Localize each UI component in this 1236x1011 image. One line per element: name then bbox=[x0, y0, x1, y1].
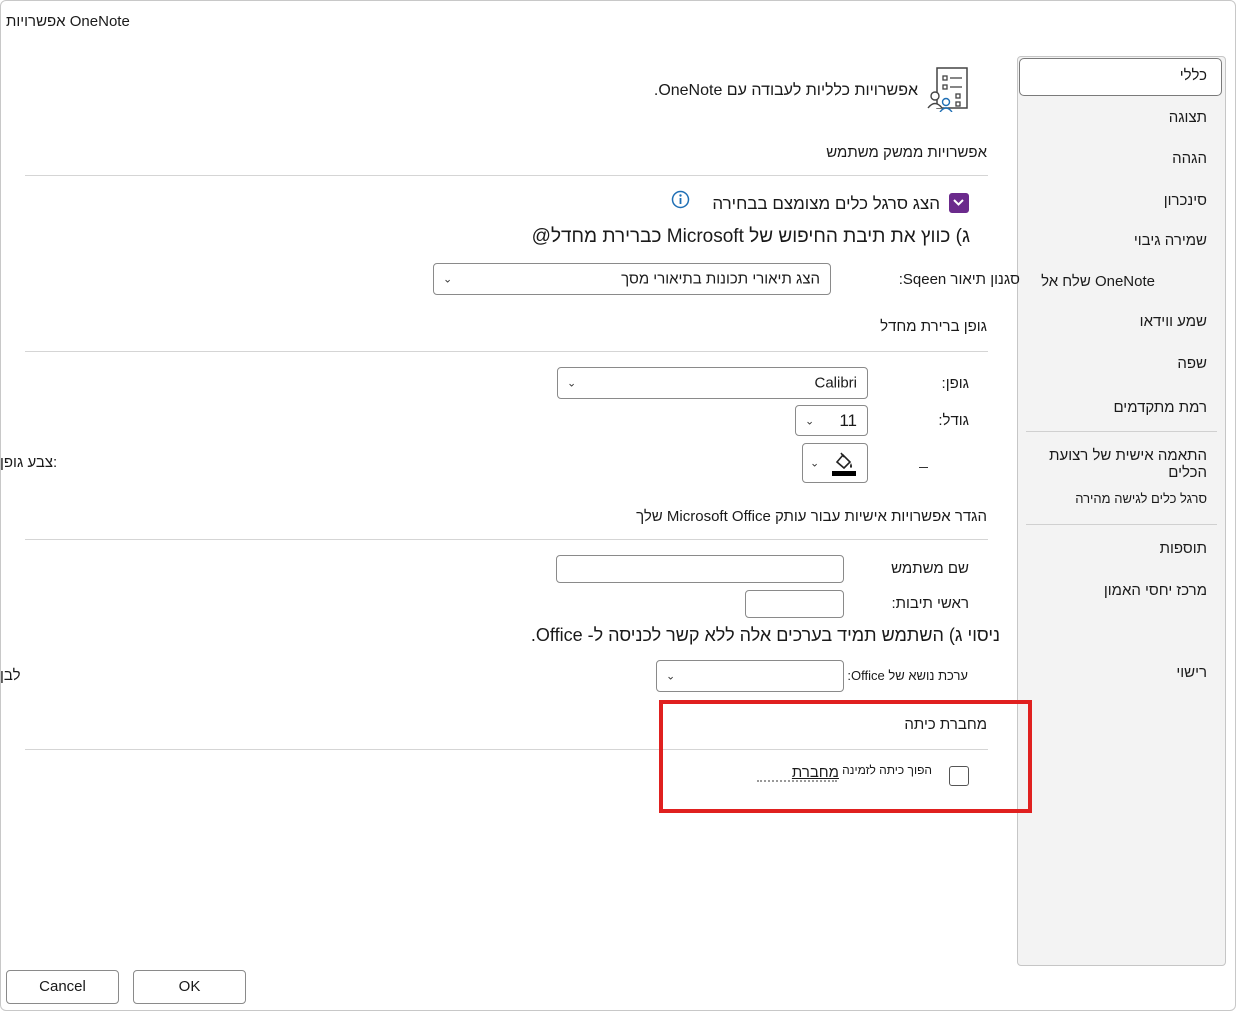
sidebar-item-general[interactable]: כללי bbox=[1020, 67, 1225, 84]
collapse-search-option[interactable]: ג) כווץ את תיבת החיפוש של Microsoft כברי… bbox=[532, 226, 970, 248]
section-title-ui-options: אפשרויות ממשק משתמש bbox=[826, 144, 987, 161]
info-icon[interactable] bbox=[671, 190, 690, 209]
chevron-down-icon: ⌄ bbox=[666, 670, 676, 683]
sidebar-item-proofing[interactable]: הגהה bbox=[1020, 150, 1225, 167]
sidebar-item-customize-ribbon[interactable]: התאמה אישית של רצועת הכלים bbox=[1020, 447, 1225, 481]
section-divider bbox=[25, 351, 988, 352]
window-title: אפשרויות OneNote bbox=[6, 13, 130, 30]
sidebar-item-sync[interactable]: סינכרון bbox=[1020, 192, 1225, 209]
paint-bucket-icon bbox=[832, 452, 856, 476]
office-theme-left-label: לבן bbox=[0, 667, 21, 684]
chevron-down-icon: ⌄ bbox=[567, 377, 577, 390]
screentip-style-label: סגנון תיאור Sqeen: bbox=[898, 271, 1020, 288]
ok-button[interactable]: OK bbox=[133, 970, 246, 1004]
font-label: גופן: bbox=[941, 375, 969, 392]
section-title-default-font: גופן ברירת מחדל bbox=[880, 318, 987, 335]
font-size-value: 11 bbox=[839, 410, 857, 430]
sidebar-item-audio-video[interactable]: שמע ווידאו bbox=[1020, 313, 1225, 330]
initials-input[interactable] bbox=[745, 590, 844, 618]
font-color-dropdown[interactable]: ⌄ bbox=[802, 443, 868, 483]
sidebar-item-quick-access-toolbar[interactable]: סרגל כלים לגישה מהירה bbox=[1020, 491, 1225, 506]
screentip-style-dropdown[interactable]: ⌄ הצג תיאורי תכונות בתיאורי מסך bbox=[433, 263, 831, 295]
sidebar-item-send-to-onenote[interactable]: שלח אל OneNote bbox=[1020, 273, 1225, 290]
font-size-dropdown[interactable]: ⌄ 11 bbox=[795, 405, 868, 436]
general-options-icon bbox=[927, 67, 968, 112]
sidebar-item-display[interactable]: תצוגה bbox=[1020, 109, 1225, 126]
office-theme-dropdown[interactable]: ⌄ bbox=[656, 660, 844, 692]
username-input[interactable] bbox=[556, 555, 844, 583]
font-color-label: צבע גופן: bbox=[0, 454, 58, 471]
chevron-down-icon: ⌄ bbox=[443, 273, 453, 286]
section-divider bbox=[25, 175, 988, 176]
dash-mark bbox=[919, 467, 928, 468]
section-title-personalize: הגדר אפשרויות אישיות עבור עותק Microsoft… bbox=[636, 508, 987, 525]
sidebar-item-advanced[interactable]: רמת מתקדמים bbox=[1020, 399, 1225, 416]
section-divider bbox=[25, 539, 988, 540]
check-icon bbox=[953, 199, 964, 206]
chevron-down-icon: ⌄ bbox=[810, 457, 820, 470]
cancel-button[interactable]: Cancel bbox=[6, 970, 119, 1004]
sidebar-nav: כללי תצוגה הגהה סינכרון שמירה גיבוי שלח … bbox=[1017, 56, 1226, 966]
highlight-box bbox=[659, 700, 1032, 813]
title-bar: אפשרויות OneNote bbox=[0, 0, 1236, 44]
mini-toolbar-label: הצג סרגל כלים מצומצם בבחירה bbox=[712, 194, 940, 213]
chevron-down-icon: ⌄ bbox=[805, 415, 815, 427]
screentip-style-value: הצג תיאורי תכונות בתיאורי מסך bbox=[621, 270, 820, 288]
sidebar-item-licensing[interactable]: רישוי bbox=[1020, 664, 1225, 681]
mini-toolbar-checkbox[interactable] bbox=[949, 193, 969, 213]
initials-label: ראשי תיבות: bbox=[891, 595, 969, 612]
sidebar-item-add-ins[interactable]: תוספות bbox=[1020, 540, 1225, 557]
username-label-text: שם משתמש bbox=[891, 560, 969, 577]
font-family-value: Calibri bbox=[814, 374, 857, 392]
sidebar-item-language[interactable]: שפה bbox=[1020, 355, 1225, 372]
office-theme-label: ערכת נושא של Office: bbox=[847, 668, 968, 683]
sidebar-divider bbox=[1026, 524, 1217, 525]
username-label: שם משתמש bbox=[891, 560, 969, 577]
sidebar-item-save-backup[interactable]: שמירה גיבוי bbox=[1020, 232, 1225, 249]
sidebar-divider bbox=[1026, 431, 1217, 432]
page-header-text: אפשרויות כלליות לעבודה עם OneNote. bbox=[653, 82, 918, 99]
sidebar-item-trust-center[interactable]: מרכז יחסי האמון bbox=[1020, 582, 1225, 599]
font-family-dropdown[interactable]: ⌄ Calibri bbox=[557, 367, 868, 399]
always-use-values-option[interactable]: ניסוי ג) השתמש תמיד בערכים אלה ללא קשר ל… bbox=[531, 625, 1000, 646]
size-label: גודל: bbox=[938, 412, 969, 429]
